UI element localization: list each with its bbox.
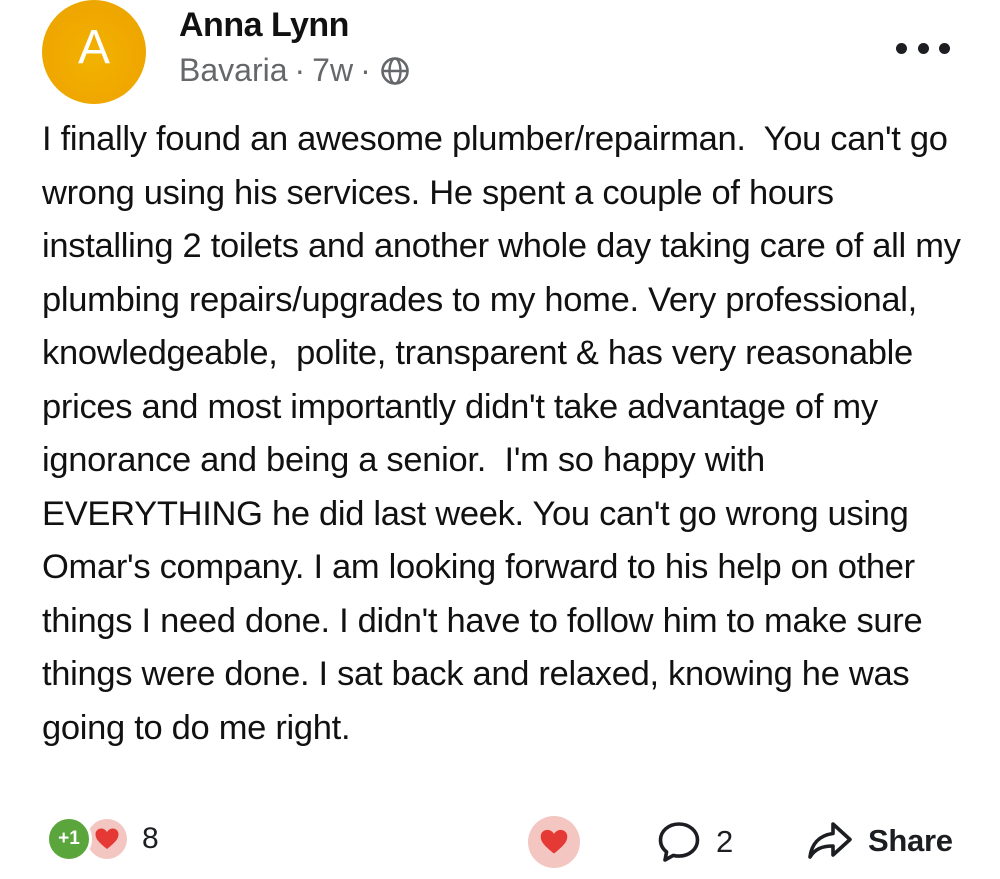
post-location: Bavaria xyxy=(179,52,288,88)
meta-separator: · xyxy=(360,52,371,88)
reaction-count: 8 xyxy=(142,822,159,855)
share-button[interactable]: Share xyxy=(806,820,953,862)
more-options-button[interactable] xyxy=(896,34,950,62)
post-footer: +1 8 2 Share xyxy=(0,810,1000,879)
post-header: A Anna Lynn Bavaria · 7w · xyxy=(0,0,1000,110)
avatar[interactable]: A xyxy=(42,0,146,104)
heart-icon xyxy=(540,829,568,854)
more-horizontal-icon xyxy=(896,42,907,54)
post-meta: Bavaria · 7w · xyxy=(179,52,410,89)
more-dot xyxy=(939,42,950,54)
globe-icon[interactable] xyxy=(380,56,410,86)
meta-separator: · xyxy=(294,52,306,88)
comment-count: 2 xyxy=(716,824,734,859)
author-name[interactable]: Anna Lynn xyxy=(179,6,349,45)
post-time[interactable]: 7w xyxy=(312,52,353,89)
react-heart-button[interactable] xyxy=(528,816,580,868)
post-text: I finally found an awesome plumber/repai… xyxy=(42,120,970,747)
reactions-summary[interactable]: +1 8 xyxy=(46,816,159,862)
plus-one-reaction-icon: +1 xyxy=(46,816,92,862)
share-label: Share xyxy=(868,823,953,858)
comment-button[interactable]: 2 xyxy=(656,820,733,864)
avatar-letter: A xyxy=(77,21,110,74)
comment-icon xyxy=(658,822,700,862)
more-dot xyxy=(917,42,929,54)
share-icon xyxy=(808,822,852,859)
